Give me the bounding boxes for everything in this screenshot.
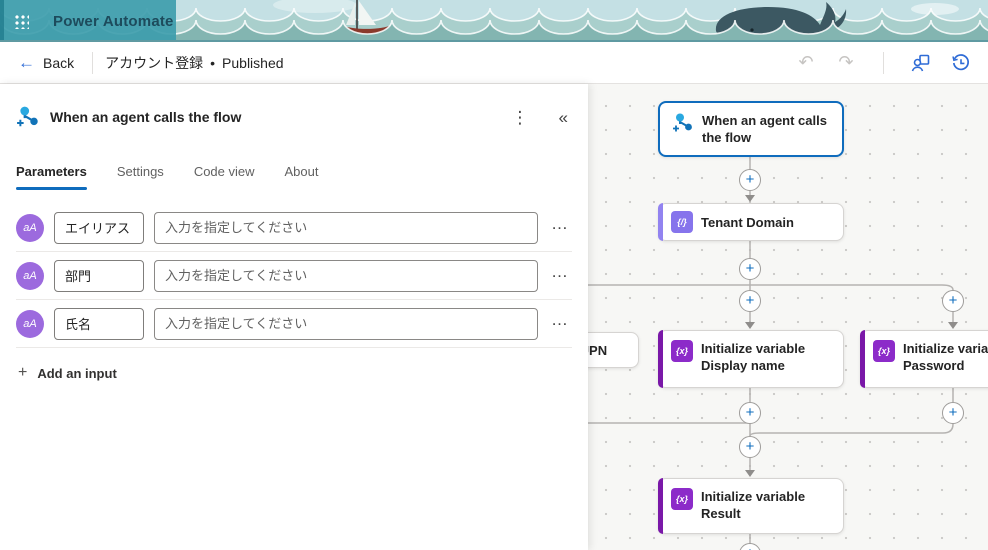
add-input-label: Add an input: [37, 365, 117, 381]
back-arrow-icon: ←: [18, 53, 35, 72]
copilot-icon: [911, 54, 930, 71]
compose-icon: {/}: [671, 211, 693, 233]
variable-icon: {x}: [873, 340, 895, 362]
toolbar-divider: [883, 51, 884, 74]
insert-step-button[interactable]: +: [739, 258, 761, 280]
parameter-row: aA …: [16, 300, 572, 348]
text-type-icon: aA: [16, 213, 44, 242]
more-menu-icon[interactable]: ⋮: [508, 107, 533, 128]
parameter-list: aA … aA … aA …: [0, 204, 588, 348]
node-trigger[interactable]: When an agent calls the flow: [658, 101, 844, 157]
add-input-button[interactable]: + Add an input: [18, 364, 117, 382]
tab-parameters[interactable]: Parameters: [16, 160, 87, 190]
ocean-banner: Power Automate: [0, 0, 988, 42]
node-label: Initialize variable Display name: [701, 341, 806, 373]
insert-step-button[interactable]: +: [739, 169, 761, 191]
redo-button[interactable]: ↷: [831, 48, 861, 78]
row-more-icon[interactable]: …: [548, 310, 572, 338]
parameter-value-input[interactable]: [154, 307, 538, 340]
flow-status: Published: [222, 54, 284, 71]
node-label: Initialize variable Result: [701, 489, 806, 521]
agent-flow-icon: [17, 106, 38, 127]
text-type-icon: aA: [16, 261, 44, 290]
breadcrumb-dot: •: [210, 54, 216, 71]
parameter-row: aA …: [16, 204, 572, 252]
parameter-name-input[interactable]: [54, 211, 144, 244]
tab-settings[interactable]: Settings: [117, 160, 164, 190]
parameter-value-input[interactable]: [154, 259, 538, 292]
parameter-row: aA …: [16, 252, 572, 300]
run-history-button[interactable]: [946, 48, 976, 78]
row-more-icon[interactable]: …: [548, 214, 572, 242]
trigger-details-panel: When an agent calls the flow ⋮ « Paramet…: [0, 84, 588, 550]
designer-toolbar: ← Back アカウント登録 • Published ↶ ↷: [0, 42, 988, 84]
collapse-panel-icon[interactable]: «: [555, 107, 572, 128]
power-automate-designer: Power Automate ← Back アカウント登録 • Publishe…: [0, 0, 988, 550]
insert-step-button[interactable]: +: [739, 290, 761, 312]
parameter-name-input[interactable]: [54, 259, 144, 292]
panel-title: When an agent calls the flow: [50, 109, 242, 125]
waffle-menu-icon[interactable]: [13, 13, 29, 29]
node-label: When an agent calls the flow: [702, 113, 827, 145]
insert-step-button[interactable]: +: [739, 402, 761, 424]
parameter-name-input[interactable]: [54, 307, 144, 340]
insert-step-button[interactable]: +: [942, 290, 964, 312]
node-tenant-domain[interactable]: {/} Tenant Domain: [658, 203, 844, 241]
node-initialize-result[interactable]: {x} Initialize variable Result: [658, 478, 844, 534]
panel-tabs: Parameters Settings Code view About: [0, 160, 588, 190]
undo-button[interactable]: ↶: [791, 48, 821, 78]
tab-about[interactable]: About: [285, 160, 319, 190]
app-name: Power Automate: [53, 12, 174, 30]
parameter-value-input[interactable]: [154, 211, 538, 244]
node-label: Initialize variable Password: [903, 341, 988, 373]
flow-canvas[interactable]: When an agent calls the flow {/} Tenant …: [588, 84, 988, 550]
add-icon: +: [18, 364, 28, 381]
variable-icon: {x}: [671, 340, 693, 362]
copilot-button[interactable]: [906, 48, 936, 78]
tab-code-view[interactable]: Code view: [194, 160, 255, 190]
node-initialize-upn[interactable]: {x} Initialize variable UPN: [588, 332, 639, 368]
node-label: Initialize variable UPN: [588, 342, 608, 358]
history-clock-icon: [952, 53, 969, 70]
variable-icon: {x}: [671, 488, 693, 510]
row-more-icon[interactable]: …: [548, 262, 572, 290]
node-initialize-display-name[interactable]: {x} Initialize variable Display name: [658, 330, 844, 388]
insert-step-button[interactable]: +: [739, 436, 761, 458]
flow-title: アカウント登録: [105, 54, 204, 71]
node-initialize-password[interactable]: {x} Initialize variable Password: [860, 330, 988, 388]
node-label: Tenant Domain: [701, 214, 794, 230]
breadcrumb: アカウント登録 • Published: [105, 53, 283, 73]
app-brand-bar: Power Automate: [0, 0, 176, 40]
agent-flow-icon: [673, 113, 692, 132]
text-type-icon: aA: [16, 309, 44, 338]
toolbar-divider: [92, 51, 94, 74]
insert-step-button[interactable]: +: [942, 402, 964, 424]
back-button[interactable]: ← Back: [12, 50, 80, 75]
